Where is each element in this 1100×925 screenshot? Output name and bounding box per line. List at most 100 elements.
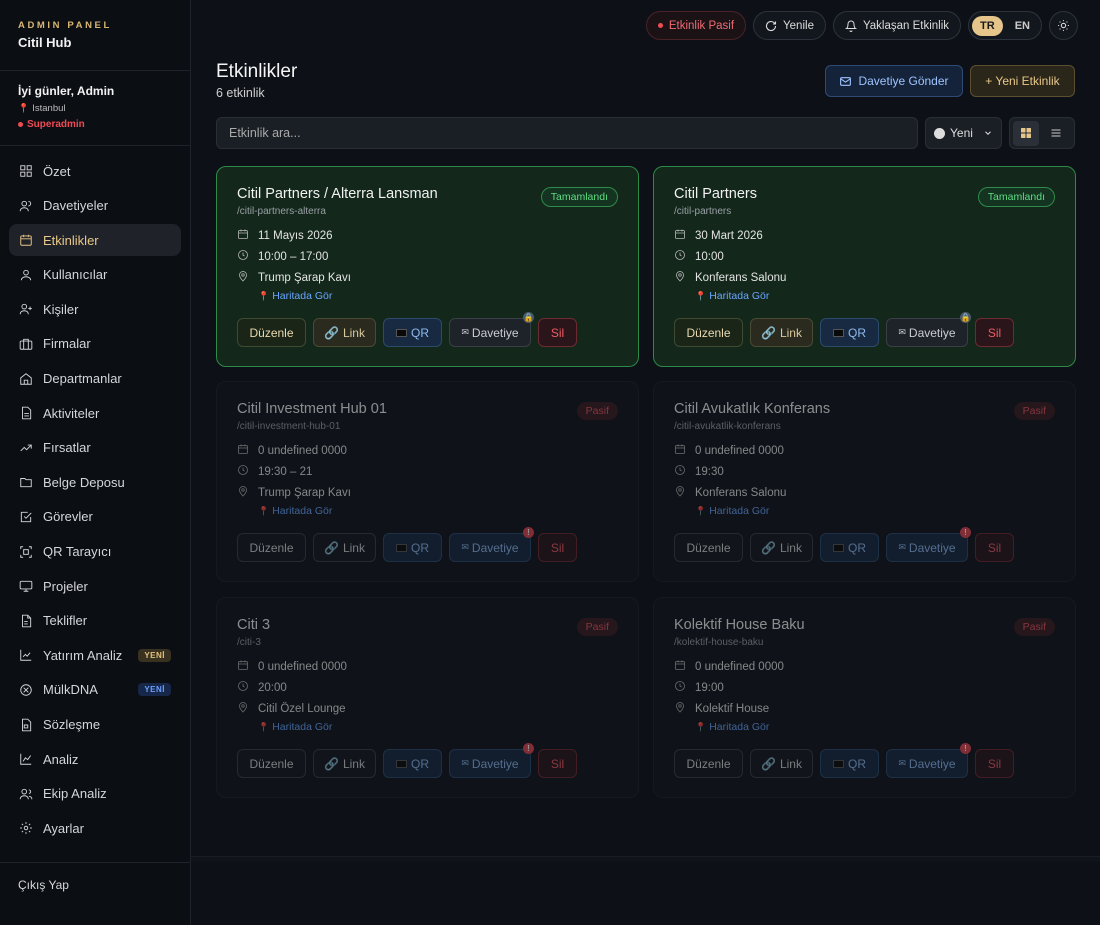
qr-button[interactable]: QR	[820, 533, 879, 562]
event-time: 19:00	[674, 681, 1055, 694]
edit-button[interactable]: Düzenle	[237, 533, 306, 562]
sidebar-item-13[interactable]: Teklifler	[9, 605, 181, 637]
event-title[interactable]: Citi 3	[237, 617, 618, 633]
qr-button[interactable]: QR	[383, 749, 442, 778]
link-icon: 🔗	[761, 325, 776, 340]
link-button[interactable]: 🔗 Link	[750, 749, 813, 778]
link-button[interactable]: 🔗 Link	[313, 533, 376, 562]
theme-toggle-button[interactable]	[1049, 11, 1078, 40]
list-view-button[interactable]	[1043, 121, 1069, 146]
invite-button[interactable]: ✉ Davetiye!	[886, 527, 971, 562]
event-date-value: 0 undefined 0000	[695, 444, 784, 457]
link-icon: 🔗	[324, 756, 339, 771]
logout-button[interactable]: Çıkış Yap	[0, 862, 191, 925]
warning-icon: !	[523, 527, 534, 538]
view-on-map-link[interactable]: 📍 Haritada Gör	[258, 290, 618, 302]
sidebar-item-4[interactable]: Kişiler	[9, 293, 181, 325]
invite-button[interactable]: ✉ Davetiye!	[886, 743, 971, 778]
sidebar-item-5[interactable]: Firmalar	[9, 328, 181, 360]
qr-button[interactable]: QR	[383, 533, 442, 562]
delete-button[interactable]: Sil	[975, 749, 1014, 778]
event-title[interactable]: Kolektif House Baku	[674, 617, 1055, 633]
link-button[interactable]: 🔗 Link	[313, 749, 376, 778]
invite-button[interactable]: ✉ Davetiye!	[449, 743, 534, 778]
event-title[interactable]: Citil Avukatlık Konferans	[674, 401, 1055, 417]
qr-icon	[833, 328, 844, 337]
sidebar-item-12[interactable]: Projeler	[9, 570, 181, 602]
upcoming-event-button[interactable]: Yaklaşan Etkinlik	[832, 11, 962, 40]
sidebar-item-7[interactable]: Aktiviteler	[9, 397, 181, 429]
edit-button[interactable]: Düzenle	[237, 749, 306, 778]
sidebar-item-2[interactable]: Etkinlikler	[9, 224, 181, 257]
delete-button[interactable]: Sil	[538, 533, 577, 562]
link-button[interactable]: 🔗 Link	[313, 318, 376, 347]
view-on-map-link[interactable]: 📍 Haritada Gör	[695, 721, 1055, 733]
sort-value: Yeni	[950, 126, 973, 140]
event-status-button[interactable]: Etkinlik Pasif	[645, 11, 747, 40]
link-label: Link	[779, 325, 802, 340]
sidebar-item-19[interactable]: Ayarlar	[9, 812, 181, 844]
map-link-label: Haritada Gör	[272, 721, 333, 733]
link-button[interactable]: 🔗 Link	[750, 318, 813, 347]
sidebar-item-0[interactable]: Özet	[9, 155, 181, 187]
sidebar-item-label: Fırsatlar	[43, 440, 91, 456]
delete-button[interactable]: Sil	[975, 318, 1014, 347]
sidebar-item-1[interactable]: Davetiyeler	[9, 190, 181, 222]
invite-button[interactable]: ✉ Davetiye!	[449, 527, 534, 562]
new-event-button[interactable]: + Yeni Etkinlik	[970, 65, 1075, 97]
location-icon	[674, 701, 686, 716]
link-icon: 🔗	[761, 756, 776, 771]
user-info: İyi günler, Admin 📍 Istanbul Superadmin	[0, 71, 190, 146]
lock-icon: 🔒	[960, 312, 971, 323]
event-card: Citil Avukatlık Konferans/citil-avukatli…	[653, 381, 1076, 582]
invite-button[interactable]: ✉ Davetiye 🔒	[449, 312, 534, 347]
sidebar-item-18[interactable]: Ekip Analiz	[9, 778, 181, 810]
sidebar-item-15[interactable]: MülkDNA YENİ	[9, 674, 181, 706]
sidebar-item-9[interactable]: Belge Deposu	[9, 466, 181, 498]
delete-button[interactable]: Sil	[975, 533, 1014, 562]
status-dot-icon	[657, 23, 663, 28]
sidebar-item-11[interactable]: QR Tarayıcı	[9, 536, 181, 568]
sidebar-item-14[interactable]: Yatırım Analiz YENİ	[9, 639, 181, 671]
sun-icon	[1058, 20, 1069, 31]
view-on-map-link[interactable]: 📍 Haritada Gör	[695, 505, 1055, 517]
location-icon	[237, 701, 249, 716]
link-button[interactable]: 🔗 Link	[750, 533, 813, 562]
lang-en-button[interactable]: EN	[1007, 16, 1038, 36]
lang-tr-button[interactable]: TR	[972, 15, 1003, 36]
view-on-map-link[interactable]: 📍 Haritada Gör	[258, 721, 618, 733]
invite-button[interactable]: ✉ Davetiye 🔒	[886, 312, 971, 347]
footer-divider	[191, 856, 1100, 862]
edit-button[interactable]: Düzenle	[237, 318, 306, 347]
event-title[interactable]: Citil Investment Hub 01	[237, 401, 618, 417]
brand-name: Citil Hub	[18, 35, 72, 50]
event-place: Trump Şarap Kavı	[237, 486, 618, 499]
edit-button[interactable]: Düzenle	[674, 533, 743, 562]
grid-view-button[interactable]	[1013, 120, 1039, 146]
sidebar-item-16[interactable]: Sözleşme	[9, 709, 181, 741]
search-input[interactable]: Etkinlik ara...	[216, 117, 918, 149]
send-invite-button[interactable]: Davetiye Gönder	[825, 65, 963, 97]
qr-button[interactable]: QR	[383, 318, 442, 347]
event-place-value: Citil Özel Lounge	[258, 702, 346, 715]
event-details: 0 undefined 0000 20:00 Citil Özel Lounge 📍 H…	[237, 660, 618, 733]
delete-button[interactable]: Sil	[538, 318, 577, 347]
sort-select[interactable]: Yeni	[925, 117, 1002, 149]
event-slug: /kolektif-house-baku	[674, 637, 764, 648]
delete-button[interactable]: Sil	[538, 749, 577, 778]
edit-button[interactable]: Düzenle	[674, 749, 743, 778]
sidebar-item-6[interactable]: Departmanlar	[9, 363, 181, 395]
sidebar-item-10[interactable]: Görevler	[9, 501, 181, 533]
sidebar-item-17[interactable]: Analiz	[9, 743, 181, 775]
qr-button[interactable]: QR	[820, 749, 879, 778]
view-on-map-link[interactable]: 📍 Haritada Gör	[258, 505, 618, 517]
qr-button[interactable]: QR	[820, 318, 879, 347]
sidebar-item-8[interactable]: Fırsatlar	[9, 432, 181, 464]
clock-icon	[237, 249, 249, 264]
chevron-down-icon	[985, 131, 991, 135]
edit-button[interactable]: Düzenle	[674, 318, 743, 347]
line-chart-icon	[19, 752, 33, 766]
view-on-map-link[interactable]: 📍 Haritada Gör	[695, 290, 1055, 302]
sidebar-item-3[interactable]: Kullanıcılar	[9, 259, 181, 291]
refresh-button[interactable]: Yenile	[753, 11, 826, 40]
